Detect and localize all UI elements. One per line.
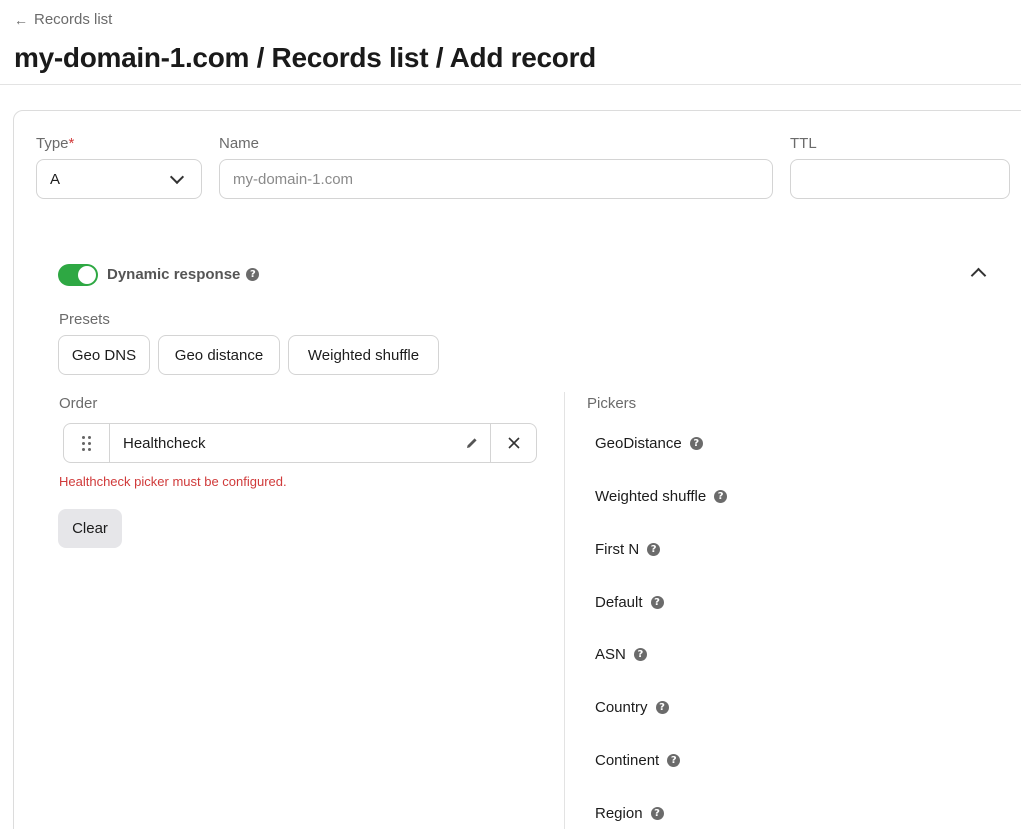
picker-first-n[interactable]: First N? <box>595 541 661 558</box>
picker-weighted-shuffle[interactable]: Weighted shuffle? <box>595 488 728 505</box>
name-label: Name <box>219 135 260 152</box>
column-divider <box>564 392 565 829</box>
picker-continent[interactable]: Continent? <box>595 752 681 769</box>
order-item: Healthcheck <box>63 423 537 463</box>
presets-label: Presets <box>59 311 110 328</box>
help-icon[interactable]: ? <box>246 268 260 281</box>
page-title: my-domain-1.com / Records list / Add rec… <box>14 42 596 73</box>
order-error-message: Healthcheck picker must be configured. <box>59 474 287 489</box>
preset-geo-distance-button[interactable]: Geo distance <box>158 335 280 375</box>
toggle-knob <box>78 266 96 284</box>
type-select-value: A <box>50 170 61 188</box>
back-link-label: Records list <box>34 11 113 28</box>
help-icon[interactable]: ? <box>633 648 647 661</box>
arrow-left-icon: ← <box>14 11 28 28</box>
dynamic-response-toggle[interactable] <box>58 264 98 286</box>
help-icon[interactable]: ? <box>714 490 728 503</box>
type-label: Type* <box>36 135 75 152</box>
dynamic-response-label: Dynamic response ? <box>107 266 260 283</box>
drag-handle-icon[interactable] <box>64 424 110 462</box>
help-icon[interactable]: ? <box>689 437 703 450</box>
preset-geo-dns-button[interactable]: Geo DNS <box>58 335 150 375</box>
picker-country[interactable]: Country? <box>595 699 669 716</box>
help-icon[interactable]: ? <box>647 543 661 556</box>
help-icon[interactable]: ? <box>650 596 664 609</box>
back-to-records-link[interactable]: ← Records list <box>14 11 112 28</box>
close-icon[interactable] <box>490 424 536 462</box>
help-icon[interactable]: ? <box>667 754 681 767</box>
picker-asn[interactable]: ASN? <box>595 646 647 663</box>
name-input-placeholder: my-domain-1.com <box>233 170 354 188</box>
preset-weighted-shuffle-button[interactable]: Weighted shuffle <box>288 335 439 375</box>
chevron-down-icon <box>169 169 185 184</box>
record-form-card <box>13 110 1021 829</box>
ttl-label: TTL <box>790 135 817 152</box>
picker-default[interactable]: Default? <box>595 594 664 611</box>
order-label: Order <box>59 395 98 412</box>
picker-region[interactable]: Region? <box>595 805 664 822</box>
help-icon[interactable]: ? <box>650 807 664 820</box>
help-icon[interactable]: ? <box>655 701 669 714</box>
ttl-input[interactable] <box>790 159 1010 199</box>
pickers-label: Pickers <box>587 395 637 412</box>
clear-button[interactable]: Clear <box>58 509 122 548</box>
name-input[interactable]: my-domain-1.com <box>219 159 773 199</box>
header-divider <box>0 84 1021 85</box>
pencil-icon[interactable] <box>454 424 490 462</box>
order-item-name: Healthcheck <box>123 434 206 452</box>
picker-geodistance[interactable]: GeoDistance? <box>595 435 703 452</box>
type-select[interactable]: A <box>36 159 202 199</box>
required-mark: * <box>68 135 75 152</box>
